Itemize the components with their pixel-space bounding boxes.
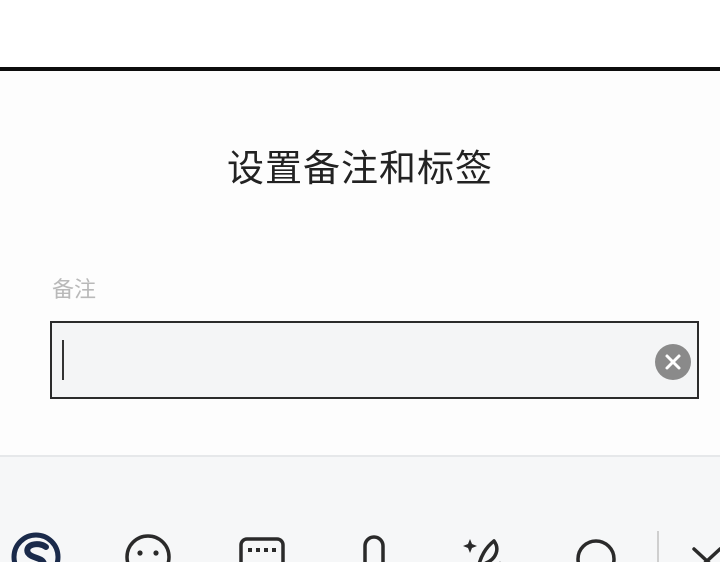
remark-label: 备注 xyxy=(52,278,97,303)
clear-input-button[interactable] xyxy=(655,344,691,380)
emoji-button[interactable] xyxy=(118,529,178,562)
close-icon xyxy=(665,354,681,370)
sogou-logo-icon xyxy=(11,532,61,562)
ai-sparkle-pen-icon xyxy=(463,539,501,562)
collapse-keyboard-button[interactable] xyxy=(676,529,720,562)
screen: 设置备注和标签 备注 xyxy=(0,0,720,562)
search-button[interactable] xyxy=(566,529,626,562)
text-caret xyxy=(62,340,64,380)
background-app-area xyxy=(0,0,720,67)
microphone-icon xyxy=(363,535,385,562)
remark-field[interactable] xyxy=(50,321,699,399)
voice-input-button[interactable] xyxy=(344,529,404,562)
dialog-title: 设置备注和标签 xyxy=(227,147,493,190)
emoji-icon xyxy=(125,534,171,562)
keyboard-grid-button[interactable] xyxy=(232,529,292,562)
keyboard-toolbar xyxy=(0,457,720,562)
collapse-keyboard-icon xyxy=(692,547,720,562)
search-icon xyxy=(576,539,616,562)
toolbar-separator xyxy=(657,531,659,562)
ai-writing-button[interactable] xyxy=(456,529,516,562)
keyboard-grid-icon xyxy=(239,537,285,562)
sogou-logo-button[interactable] xyxy=(8,529,68,562)
remark-input[interactable] xyxy=(52,323,642,397)
